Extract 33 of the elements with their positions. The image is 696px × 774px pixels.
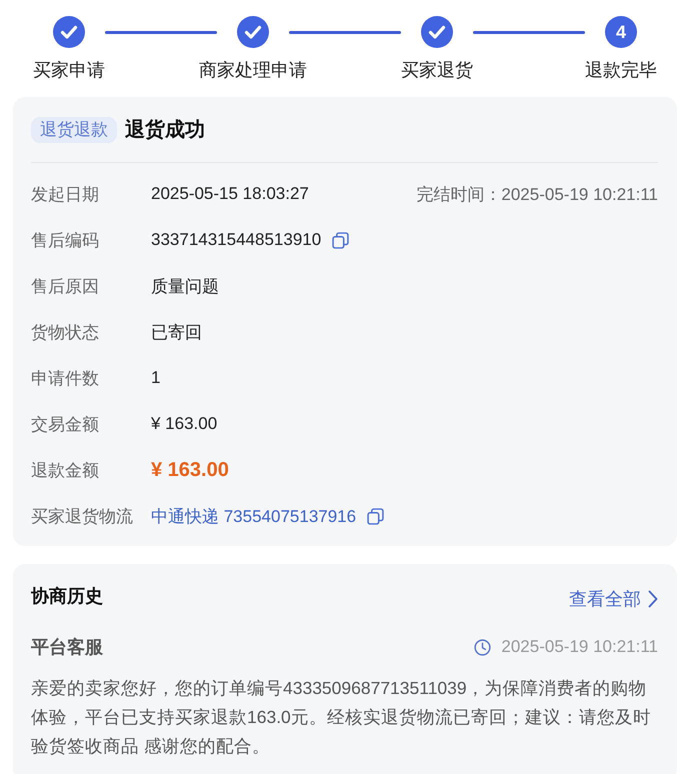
step-label: 买家退货 — [401, 59, 473, 82]
step-number: 4 — [605, 16, 637, 48]
clock-icon — [474, 638, 492, 656]
detail-label: 货物状态 — [31, 322, 100, 344]
section-title: 协商历史 — [31, 585, 103, 608]
detail-label: 发起日期 — [31, 184, 100, 206]
type-tag: 退货退款 — [31, 116, 117, 142]
completion-time: 完结时间：2025-05-19 10:21:11 — [416, 184, 658, 206]
message-time: 2025-05-19 10:21:11 — [501, 637, 658, 657]
status-title: 退货成功 — [125, 118, 205, 143]
step-label: 退款完毕 — [585, 59, 657, 82]
refund-amount: ¥ 163.00 — [151, 458, 229, 482]
author-name: 平台客服 — [31, 636, 103, 659]
step-label: 买家申请 — [33, 59, 105, 82]
detail-label: 申请件数 — [31, 368, 100, 390]
step-label: 商家处理申请 — [199, 59, 307, 82]
view-all-link[interactable]: 查看全部 — [569, 586, 658, 610]
detail-value: 333714315448513910 — [151, 230, 322, 250]
detail-value: 2025-05-15 18:03:27 — [151, 184, 309, 204]
tracking-link[interactable]: 中通快递 73554075137916 — [151, 504, 356, 528]
chevron-right-icon — [648, 590, 658, 608]
detail-value: 已寄回 — [151, 322, 202, 344]
detail-value: ¥ 163.00 — [151, 414, 218, 434]
copy-icon[interactable] — [332, 232, 350, 248]
message-text: 亲爱的卖家您好，您的订单编号4333509687713511039，为保障消费者的购物体验，平台已支持买家退款163.0元。经核实退货物流已寄回；建议：请您及时验货签收商品 感谢您的配合。 — [31, 677, 652, 758]
detail-value: 质量问题 — [151, 276, 219, 298]
detail-value: 1 — [151, 368, 160, 388]
detail-label: 退款金额 — [31, 460, 100, 482]
detail-label: 售后编码 — [31, 230, 100, 252]
detail-label: 售后原因 — [31, 276, 100, 298]
detail-label: 买家退货物流 — [31, 506, 134, 528]
copy-icon[interactable] — [367, 508, 384, 524]
detail-label: 交易金额 — [31, 414, 100, 436]
